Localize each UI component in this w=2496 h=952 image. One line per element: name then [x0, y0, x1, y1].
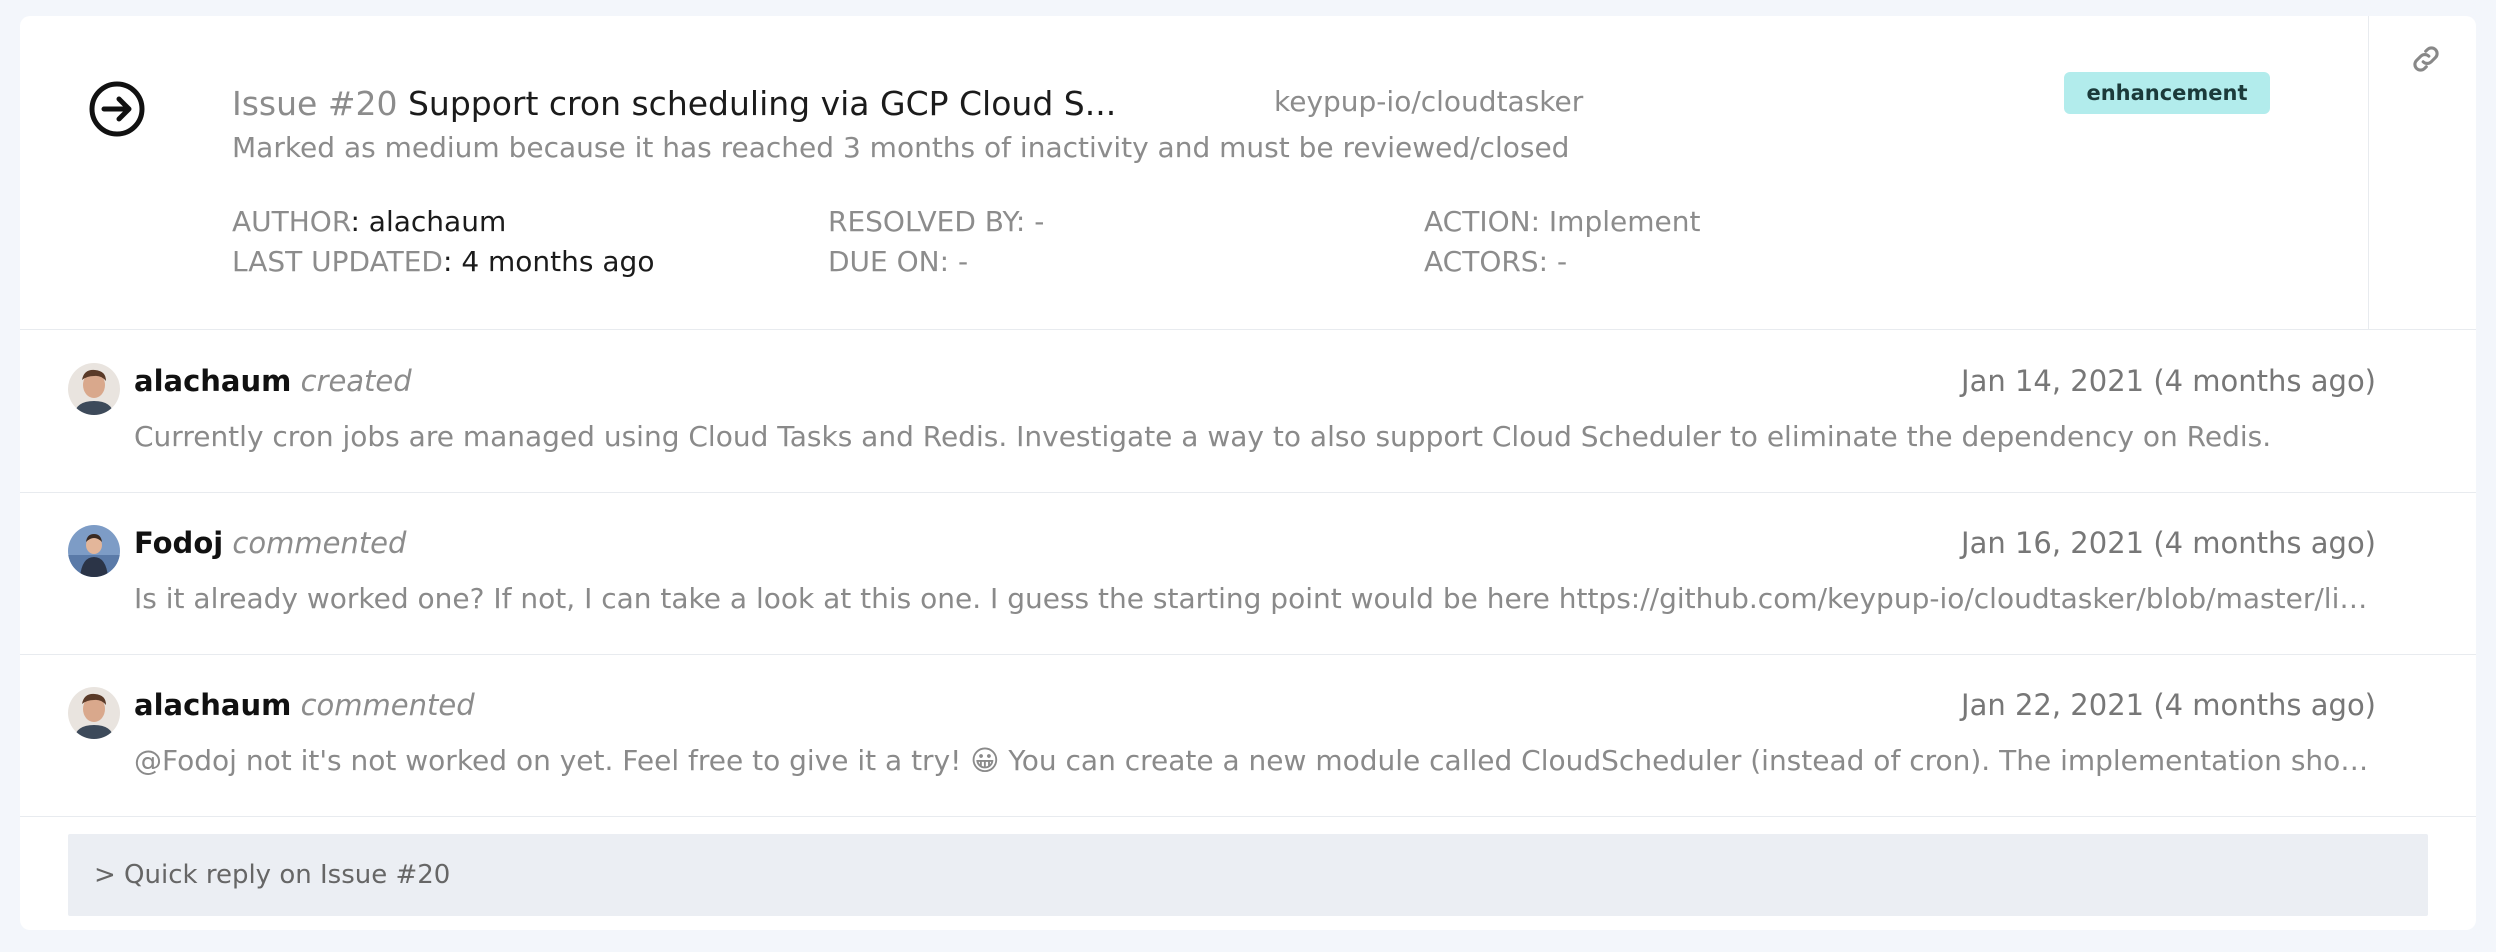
- meta-actors: ACTORS: -: [1424, 242, 1567, 282]
- event-body: Currently cron jobs are managed using Cl…: [134, 420, 2272, 453]
- event-action: commented: [232, 526, 407, 560]
- meta-resolved-value: -: [1034, 205, 1045, 238]
- meta-sep: :: [1530, 205, 1540, 238]
- meta-last-updated: LAST UPDATED: 4 months ago: [232, 242, 654, 282]
- event-action: created: [300, 364, 412, 398]
- meta-updated-value: 4 months ago: [461, 245, 655, 278]
- event-header: alachaum created: [134, 359, 412, 403]
- meta-action-key: ACTION: [1424, 205, 1531, 238]
- meta-updated-key: LAST UPDATED: [232, 245, 443, 278]
- event-date: Jan 22, 2021 (4 months ago): [1961, 688, 2376, 722]
- issue-title: Support cron scheduling via GCP Cloud S.…: [407, 84, 1117, 123]
- link-column: [2368, 16, 2476, 330]
- avatar[interactable]: [68, 687, 120, 739]
- timeline-event: alachaum created Jan 14, 2021 (4 months …: [20, 331, 2476, 493]
- issue-title-line[interactable]: Issue #20 Support cron scheduling via GC…: [232, 80, 1116, 128]
- event-body: @Fodoj not it's not worked on yet. Feel …: [134, 744, 2384, 777]
- meta-author: AUTHOR: alachaum: [232, 202, 506, 242]
- issue-card: Issue #20 Support cron scheduling via GC…: [20, 16, 2476, 930]
- avatar[interactable]: [68, 363, 120, 415]
- avatar-image: [68, 363, 120, 415]
- timeline-event: alachaum commented Jan 22, 2021 (4 month…: [20, 655, 2476, 817]
- event-header: alachaum commented: [134, 683, 475, 727]
- label-badge: enhancement: [2064, 72, 2270, 114]
- meta-due-key: DUE ON: [828, 245, 940, 278]
- event-header: Fodoj commented: [134, 521, 406, 565]
- meta-resolved-key: RESOLVED BY: [828, 205, 1016, 238]
- event-date: Jan 16, 2021 (4 months ago): [1961, 526, 2376, 560]
- repo-name[interactable]: keypup-io/cloudtasker: [1274, 82, 1583, 122]
- event-user[interactable]: alachaum: [134, 364, 291, 398]
- arrow-circle-right-icon: [89, 81, 145, 137]
- meta-author-key: AUTHOR: [232, 205, 351, 238]
- issue-subtitle: Marked as medium because it has reached …: [232, 131, 1570, 164]
- meta-actors-value: -: [1556, 245, 1568, 278]
- event-body: Is it already worked one? If not, I can …: [134, 582, 2384, 615]
- event-user[interactable]: alachaum: [134, 688, 291, 722]
- meta-due-on: DUE ON: -: [828, 242, 968, 282]
- issue-number: Issue #20: [232, 84, 398, 123]
- meta-sep: :: [939, 245, 950, 278]
- meta-sep: :: [1015, 205, 1026, 238]
- meta-author-value: alachaum: [368, 205, 507, 238]
- meta-sep: :: [1538, 245, 1549, 278]
- meta-action: ACTION: Implement: [1424, 202, 1700, 242]
- avatar-image: [68, 687, 120, 739]
- event-date: Jan 14, 2021 (4 months ago): [1961, 364, 2376, 398]
- event-user[interactable]: Fodoj: [134, 526, 223, 560]
- quick-reply-toggle[interactable]: > Quick reply on Issue #20: [68, 834, 2428, 916]
- meta-sep: :: [350, 205, 360, 238]
- meta-actors-key: ACTORS: [1424, 245, 1539, 278]
- meta-resolved-by: RESOLVED BY: -: [828, 202, 1044, 242]
- event-action: commented: [300, 688, 475, 722]
- link-icon[interactable]: [2409, 42, 2443, 76]
- meta-sep: :: [442, 245, 453, 278]
- meta-action-value: Implement: [1548, 205, 1701, 238]
- avatar-image: [68, 525, 120, 577]
- avatar[interactable]: [68, 525, 120, 577]
- meta-due-value: -: [957, 245, 969, 278]
- timeline-event: Fodoj commented Jan 16, 2021 (4 months a…: [20, 493, 2476, 655]
- issue-header: Issue #20 Support cron scheduling via GC…: [20, 16, 2476, 330]
